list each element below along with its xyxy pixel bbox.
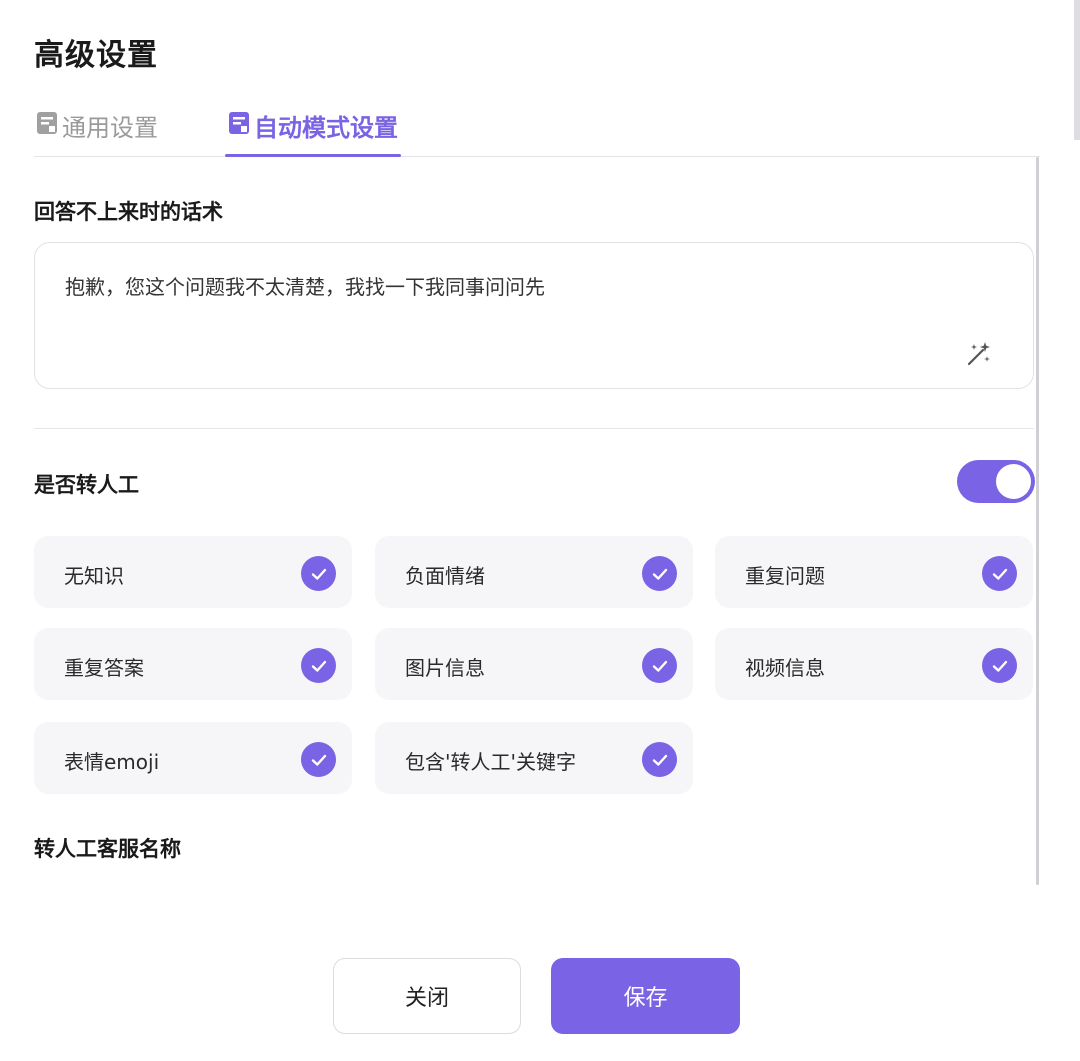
option-negative-emotion[interactable]: 负面情绪 [375, 536, 693, 608]
option-image-message[interactable]: 图片信息 [375, 628, 693, 700]
check-icon[interactable] [642, 648, 677, 683]
option-video-message[interactable]: 视频信息 [715, 628, 1033, 700]
dialog-title: 高级设置 [34, 38, 158, 73]
fallback-reply-value: 抱歉，您这个问题我不太清楚，我找一下我同事问问先 [65, 275, 545, 299]
check-icon[interactable] [301, 648, 336, 683]
check-icon[interactable] [642, 556, 677, 591]
tab-label: 自动模式设置 [254, 114, 398, 142]
option-label: 负面情绪 [405, 564, 485, 588]
option-label: 视频信息 [745, 656, 825, 680]
check-icon[interactable] [301, 742, 336, 777]
scrollbar[interactable] [1036, 157, 1039, 885]
close-button[interactable]: 关闭 [333, 958, 521, 1034]
fallback-reply-textarea[interactable]: 抱歉，您这个问题我不太清楚，我找一下我同事问问先 [34, 242, 1034, 389]
transfer-to-human-toggle[interactable] [957, 460, 1035, 503]
document-icon [229, 112, 249, 134]
option-transfer-keyword[interactable]: 包含'转人工'关键字 [375, 722, 693, 794]
option-label: 无知识 [64, 564, 124, 588]
section-divider [34, 428, 1034, 429]
window-edge [1074, 0, 1080, 140]
tab-auto-mode-settings[interactable]: 自动模式设置 [225, 108, 401, 157]
transfer-to-human-label: 是否转人工 [34, 473, 139, 497]
option-label: 包含'转人工'关键字 [405, 750, 576, 774]
option-label: 图片信息 [405, 656, 485, 680]
magic-wand-icon[interactable] [965, 340, 993, 368]
option-repeated-question[interactable]: 重复问题 [715, 536, 1033, 608]
tab-label: 通用设置 [62, 114, 158, 142]
save-button[interactable]: 保存 [551, 958, 740, 1034]
option-no-knowledge[interactable]: 无知识 [34, 536, 352, 608]
tab-bar: 通用设置 自动模式设置 [34, 108, 1040, 157]
toggle-knob [996, 464, 1031, 499]
option-label: 重复问题 [745, 564, 825, 588]
agent-name-label: 转人工客服名称 [34, 837, 181, 861]
check-icon[interactable] [982, 648, 1017, 683]
option-repeated-answer[interactable]: 重复答案 [34, 628, 352, 700]
check-icon[interactable] [982, 556, 1017, 591]
fallback-reply-label: 回答不上来时的话术 [34, 200, 223, 224]
tab-general-settings[interactable]: 通用设置 [36, 108, 158, 155]
check-icon[interactable] [642, 742, 677, 777]
option-emoji[interactable]: 表情emoji [34, 722, 352, 794]
option-label: 重复答案 [64, 656, 144, 680]
check-icon[interactable] [301, 556, 336, 591]
document-icon [37, 112, 57, 134]
option-label: 表情emoji [64, 750, 160, 774]
